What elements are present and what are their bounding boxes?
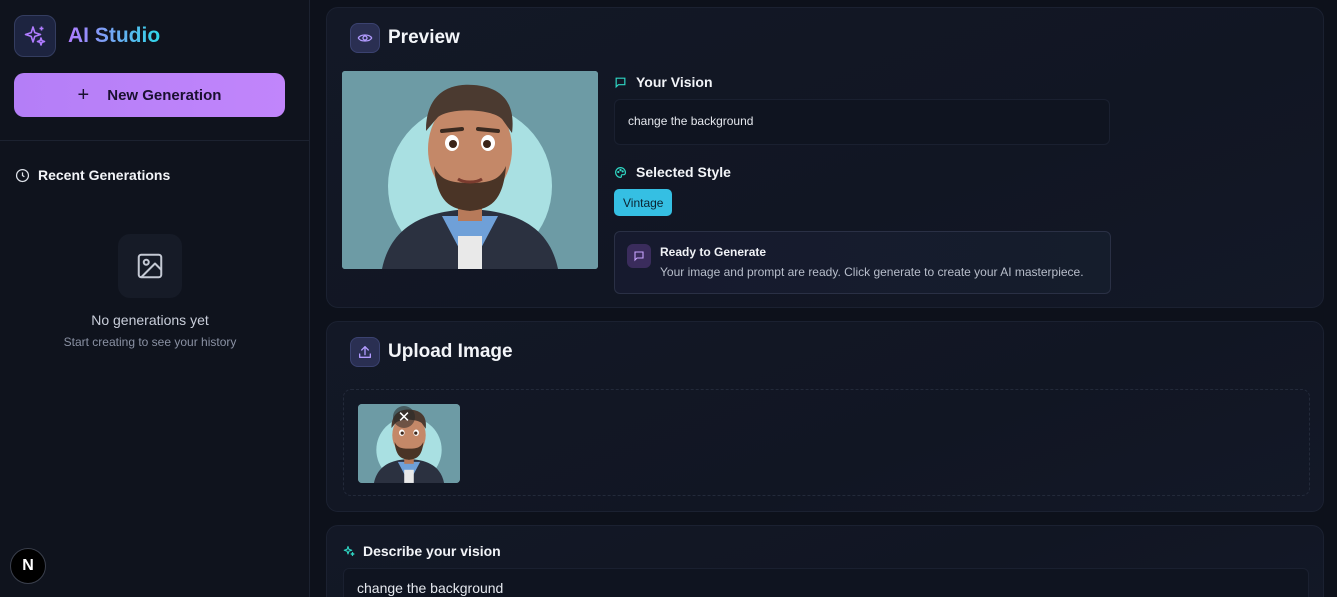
eye-icon — [350, 23, 380, 53]
preview-heading: Preview — [350, 23, 460, 53]
remove-image-button[interactable]: ✕ — [393, 406, 415, 428]
brand-title: AI Studio — [68, 24, 161, 47]
upload-card: Upload Image ✕ — [326, 321, 1324, 512]
upload-drop-zone[interactable]: ✕ — [343, 389, 1310, 496]
clock-icon — [15, 168, 30, 182]
badge-letter: N — [22, 557, 34, 574]
preview-title: Preview — [388, 27, 460, 48]
nextjs-badge[interactable]: N — [10, 548, 46, 584]
uploaded-image-thumbnail: ✕ — [358, 404, 460, 483]
your-vision-heading: Your Vision — [614, 74, 713, 90]
recent-generations-title: Recent Generations — [38, 167, 171, 183]
selected-style-label: Selected Style — [636, 164, 731, 180]
vision-text-box: change the background — [614, 99, 1110, 145]
close-icon: ✕ — [397, 408, 411, 426]
palette-icon — [615, 166, 626, 178]
sparkle-icon — [343, 545, 355, 557]
ready-title: Ready to Generate — [660, 245, 767, 259]
sidebar-divider — [0, 140, 309, 141]
recent-generations-heading: Recent Generations — [15, 167, 170, 183]
plus-icon: + — [77, 84, 90, 106]
describe-title: Describe your vision — [363, 543, 501, 559]
ready-text: Your image and prompt are ready. Click g… — [660, 265, 1084, 279]
chat-bubble-icon — [627, 244, 651, 268]
brand[interactable]: AI Studio — [14, 15, 160, 57]
new-generation-button[interactable]: + New Generation — [14, 73, 285, 117]
ready-to-generate-notice: Ready to Generate Your image and prompt … — [614, 231, 1111, 294]
sidebar: AI Studio + New Generation Recent Genera… — [0, 0, 310, 597]
style-chip-vintage[interactable]: Vintage — [614, 189, 673, 216]
preview-image — [342, 71, 598, 269]
empty-state-title: No generations yet — [91, 312, 209, 328]
preview-card: Preview Your Vision change the backgroun… — [326, 7, 1324, 308]
message-icon — [615, 77, 626, 88]
sparkles-icon — [14, 15, 56, 57]
describe-card: Describe your vision change the backgrou… — [326, 525, 1324, 597]
describe-heading: Describe your vision — [343, 543, 501, 559]
vision-prompt-input[interactable]: change the background — [343, 568, 1309, 597]
new-generation-label: New Generation — [107, 86, 222, 104]
upload-icon — [350, 337, 380, 367]
upload-title: Upload Image — [388, 341, 513, 362]
empty-state-subtitle: Start creating to see your history — [63, 335, 237, 349]
image-placeholder-icon — [118, 234, 182, 298]
upload-heading: Upload Image — [350, 337, 513, 367]
selected-style-heading: Selected Style — [614, 164, 731, 180]
your-vision-label: Your Vision — [636, 74, 713, 90]
